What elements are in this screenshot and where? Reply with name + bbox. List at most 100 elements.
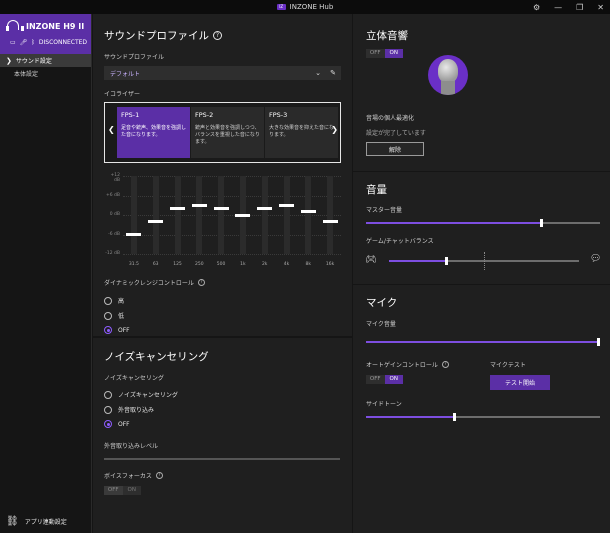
eq-db-label: +6 dB [105,192,120,198]
toggle-on-label: ON [384,375,403,384]
radio-button[interactable] [104,390,112,399]
eq-band-handle[interactable] [235,213,251,217]
eq-freq-label: 1k [240,262,246,267]
nc-option-off[interactable]: OFF [104,420,130,428]
slider-center-tick [484,252,485,270]
radio-button[interactable] [104,405,112,414]
help-icon[interactable]: ? [213,31,222,40]
eq-freq-label: 125 [173,262,182,267]
drc-option-low[interactable]: 低 [104,311,124,320]
eq-band-handle[interactable] [148,220,164,223]
eq-freq-label: 250 [195,262,204,267]
eq-freq-label: 31.5 [128,262,139,267]
profile-label: サウンドプロファイル [104,54,165,61]
sidebar-item-device-settings[interactable]: 本体設定 [0,67,91,80]
cancel-optimization-button[interactable]: 解除 [366,142,424,156]
mic-test-button[interactable]: テスト開始 [490,375,550,390]
nc-option-ambient[interactable]: 外音取り込み [104,405,154,414]
edit-icon[interactable]: ✎ [330,69,336,77]
eq-freq-label: 63 [152,262,159,267]
help-icon[interactable]: ? [441,361,449,368]
voice-focus-toggle[interactable]: OFF ON [104,486,141,495]
sidetone-slider[interactable] [366,412,600,422]
slider-thumb[interactable] [540,219,543,227]
preset-desc: 銃声と効果音を強調しつつ、バランスを重視した音になります。 [195,125,260,145]
radio-button[interactable] [104,420,112,428]
eq-band-handle[interactable] [279,203,294,207]
radio-label: 低 [118,313,125,320]
drc-option-high[interactable]: 高 [104,296,124,305]
eq-band-slot [305,176,312,254]
radio-label: 外音取り込み [118,407,155,414]
slider-fill [366,222,542,224]
eq-db-label: -12 dB [105,251,120,256]
preset-desc: 大きな効果音を抑えた音になります。 [269,125,335,138]
sound-profile-title: サウンドプロファイル [104,30,209,42]
maximize-icon[interactable]: ❐ [576,3,583,12]
radio-button[interactable] [104,296,112,305]
bluetooth-icon: ᛒ [31,39,35,46]
mic-title: マイク [366,297,398,309]
ambient-level-label: 外音取り込みレベル [104,443,159,450]
nc-option-noise-cancelling[interactable]: ノイズキャンセリング [104,390,178,399]
eq-band-handle[interactable] [126,233,142,236]
voice-focus-heading: ボイスフォーカス ? [104,471,163,480]
mic-volume-label: マイク音量 [366,321,396,328]
eq-band-slot [174,176,181,254]
eq-band-handle[interactable] [322,220,338,223]
app-link-settings-button[interactable]: ⛓ アプリ連動設定 [6,516,67,527]
battery-icon: ▭ [10,39,16,46]
chat-icon: 💬︎ [590,254,602,264]
eq-label: イコライザー [104,91,141,98]
ambient-level-slider[interactable] [104,458,340,460]
eq-freq-label: 4k [283,262,290,267]
preset-fps-1[interactable]: FPS-1 足音や銃声、効果音を強調した音になります。 [117,107,190,158]
eq-band-slot [152,176,159,254]
drc-option-off[interactable]: OFF [104,326,130,334]
mic-icon: 🎤︎ [19,39,28,46]
spatial-title: 立体音響 [366,30,408,42]
mic-panel: マイク マイク音量 オートゲインコントロール ? OFF ON マイクテスト テ… [353,285,610,533]
preset-fps-2[interactable]: FPS-2 銃声と効果音を強調しつつ、バランスを重視した音になります。 [191,107,264,158]
sidetone-label: サイドトーン [366,401,402,408]
eq-band-handle[interactable] [191,203,207,207]
close-icon[interactable]: ✕ [597,3,604,12]
preset-fps-3[interactable]: FPS-3 大きな効果音を抑えた音になります。 [265,107,338,158]
mic-volume-slider[interactable] [366,337,600,347]
device-card[interactable]: INZONE H9 II ▭ 🎤︎ ᛒ DISCONNECTED [0,14,91,54]
help-icon[interactable]: ? [197,279,205,286]
sidebar-item-label: 本体設定 [14,71,39,78]
spatial-toggle[interactable]: OFF ON [366,49,403,58]
radio-button[interactable] [104,326,112,334]
slider-thumb[interactable] [444,257,448,265]
settings-icon[interactable]: ⚙ [533,3,540,12]
radio-button[interactable] [104,311,112,320]
preset-desc: 足音や銃声、効果音を強調した音になります。 [121,125,187,138]
profile-dropdown[interactable]: デフォルト ⌄ ✎ [104,66,341,80]
minimize-icon[interactable]: — [554,3,562,12]
agc-toggle[interactable]: OFF ON [366,375,403,384]
toggle-on-label: ON [127,487,136,493]
slider-thumb[interactable] [453,413,457,421]
preset-carousel: ❮ FPS-1 足音や銃声、効果音を強調した音になります。 FPS-2 銃声と効… [104,102,341,163]
sound-profile-heading: サウンドプロファイル ? [104,28,222,43]
eq-freq-label: 2k [261,262,268,267]
device-status: ▭ 🎤︎ ᛒ DISCONNECTED [6,39,87,46]
personal-optimization-label: 音場の個人最適化 [366,115,415,122]
preset-name: FPS-3 [269,111,288,119]
sidebar-item-sound-settings[interactable]: ❯ サウンド設定 [0,54,91,67]
game-chat-balance-slider[interactable] [389,252,579,270]
profile-value: デフォルト [110,70,141,78]
eq-band-handle[interactable] [300,210,316,214]
eq-band-handle[interactable] [170,207,185,210]
eq-band-handle[interactable] [257,207,273,210]
chevron-left-icon[interactable]: ❮ [108,125,115,134]
eq-db-label: 0 dB [109,212,120,217]
help-icon[interactable]: ? [155,472,163,479]
eq-band-handle[interactable] [213,207,229,210]
slider-thumb[interactable] [597,338,600,346]
master-volume-slider[interactable] [366,218,600,228]
chevron-right-icon[interactable]: ❯ [331,125,338,134]
eq-band-slot [218,176,225,254]
mic-test-label: マイクテスト [490,362,526,369]
